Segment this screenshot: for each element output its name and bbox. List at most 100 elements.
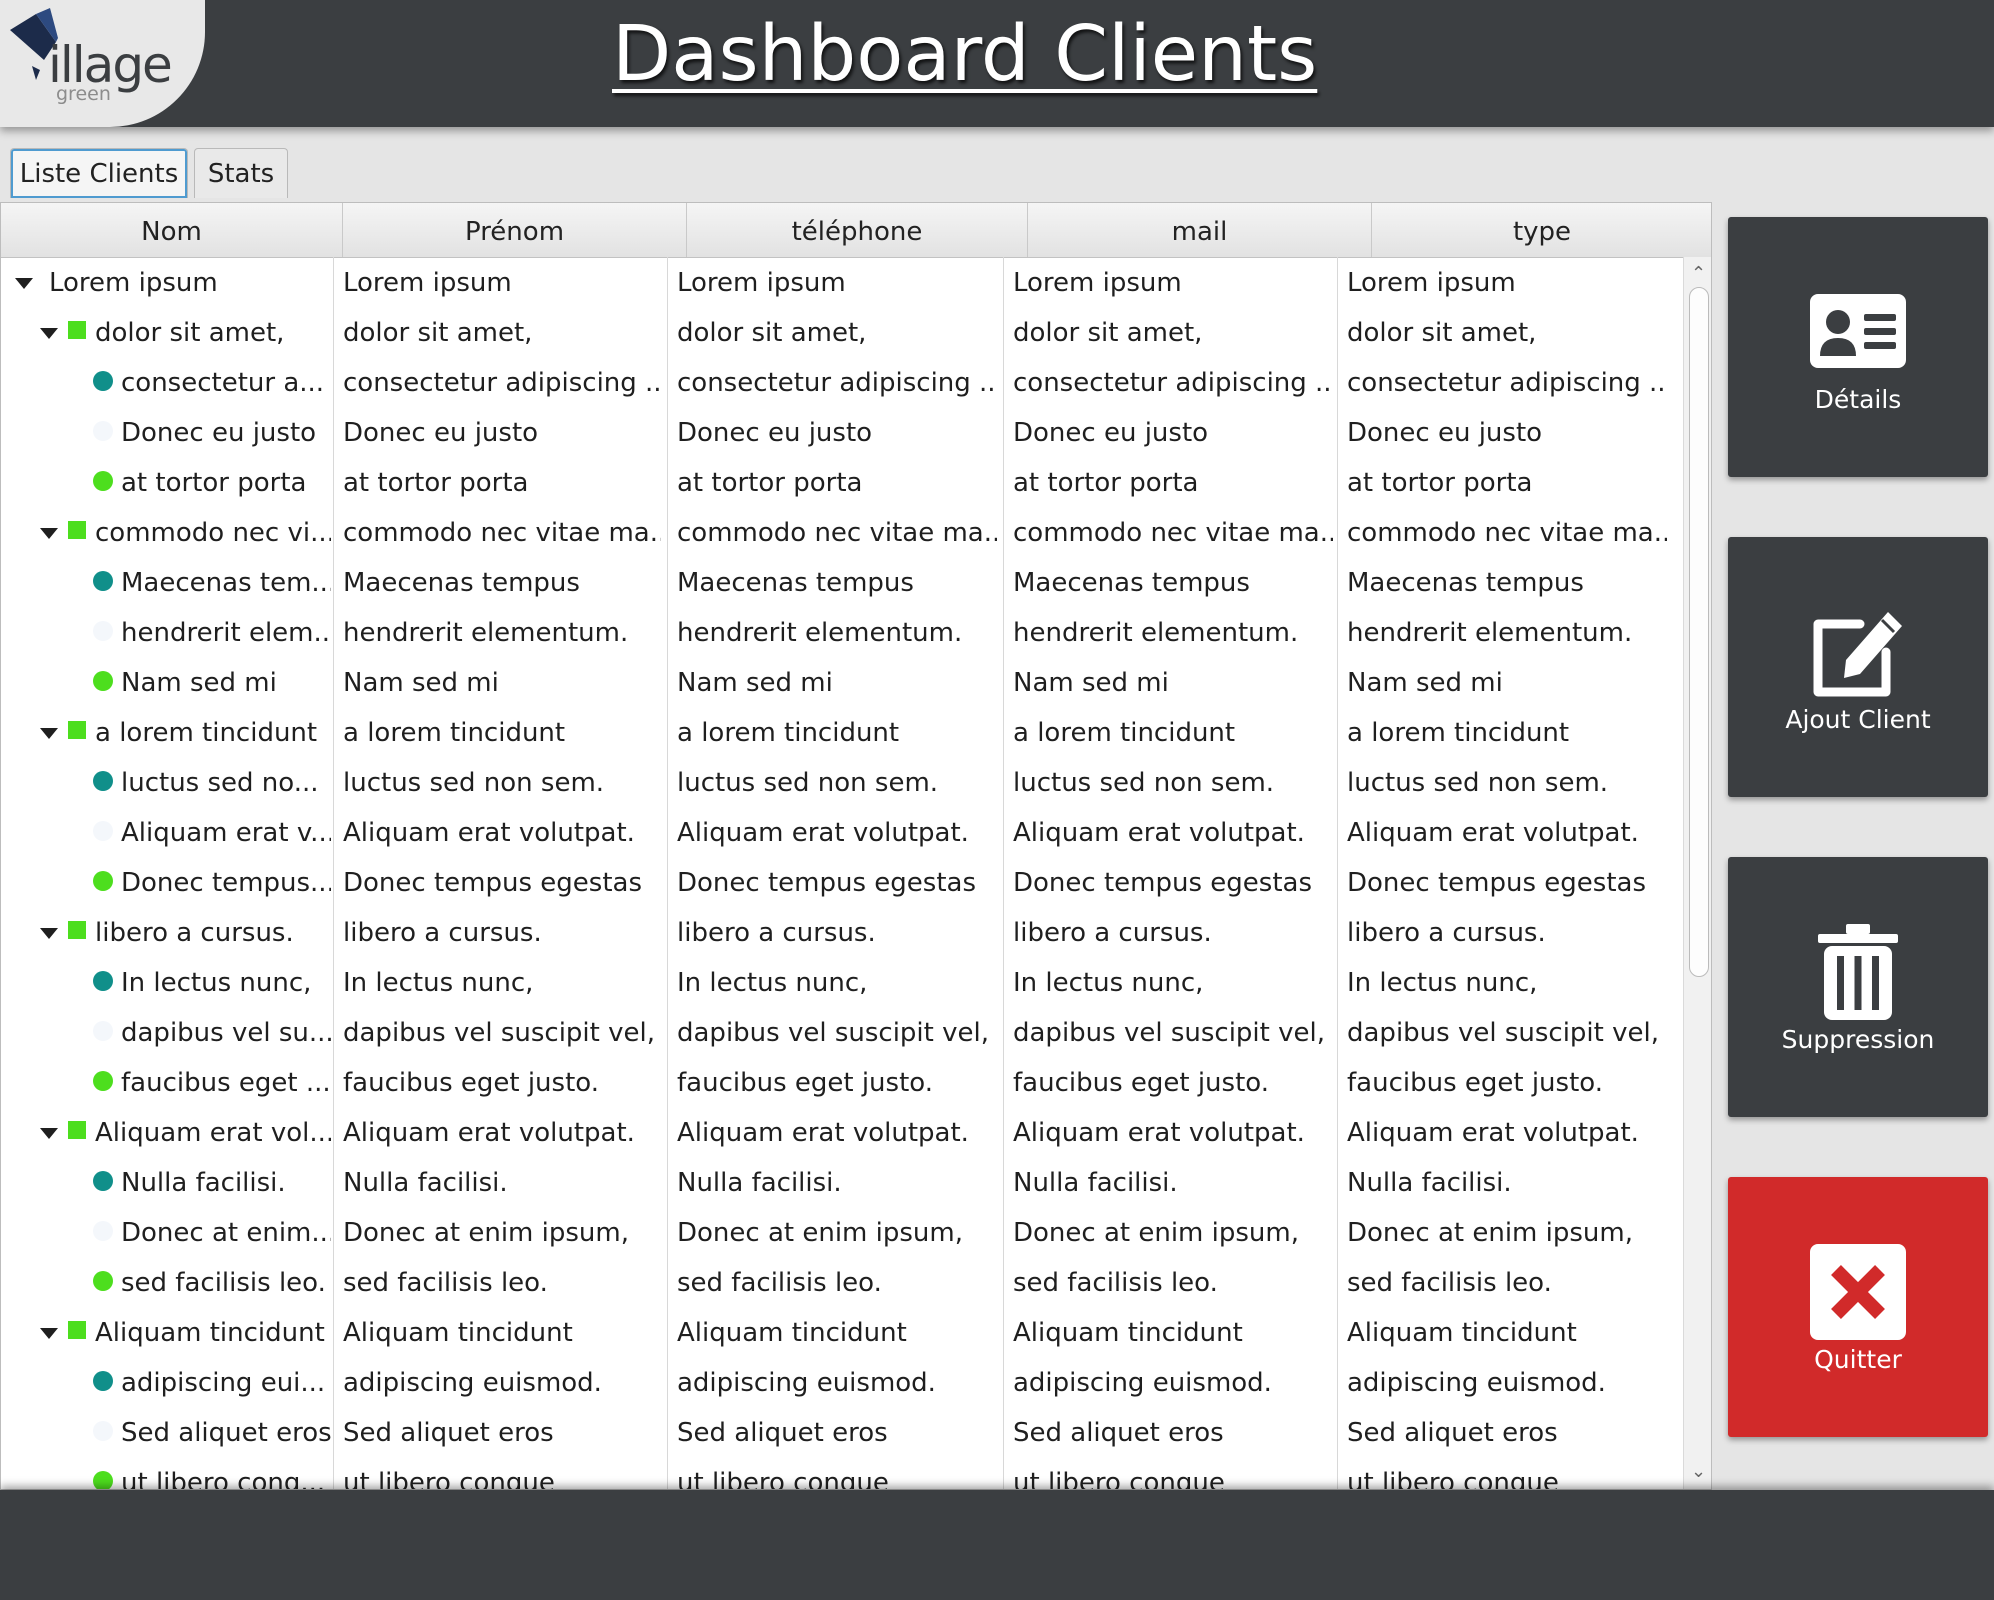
expand-arrow-icon[interactable] xyxy=(40,528,58,539)
cell-nom: adipiscing eui... xyxy=(121,1368,326,1398)
scroll-down-icon[interactable]: ⌄ xyxy=(1691,1461,1706,1482)
table-row[interactable]: commodo nec vi... commodo nec vitae ma...… xyxy=(1,507,1683,557)
cell-mail: commodo nec vitae ma... xyxy=(1013,518,1333,548)
cell-telephone: Donec tempus egestas xyxy=(677,868,976,898)
table-row[interactable]: dolor sit amet, dolor sit amet, dolor sit … xyxy=(1,307,1683,357)
cell-telephone: commodo nec vitae ma... xyxy=(677,518,997,548)
table-row[interactable]: Sed aliquet eros Sed aliquet eros Sed aliq… xyxy=(1,1407,1683,1457)
table-row[interactable]: consectetur a... consectetur adipiscing .… xyxy=(1,357,1683,407)
cell-nom: Donec tempus... xyxy=(121,868,331,898)
cell-prenom: Donec at enim ipsum, xyxy=(343,1218,629,1248)
table-row[interactable]: Nam sed mi Nam sed mi Nam sed mi Nam sed mi… xyxy=(1,657,1683,707)
cell-mail: adipiscing euismod. xyxy=(1013,1368,1272,1398)
cell-nom: libero a cursus. xyxy=(95,918,294,948)
cell-telephone: Aliquam erat volutpat. xyxy=(677,818,969,848)
cell-mail: In lectus nunc, xyxy=(1013,968,1204,998)
cell-type: Aliquam erat volutpat. xyxy=(1347,818,1639,848)
table-header: Nom Prénom téléphone mail type xyxy=(1,203,1711,258)
green-dot-icon xyxy=(93,1071,113,1091)
scroll-up-icon[interactable]: ⌃ xyxy=(1691,263,1706,284)
table-row[interactable]: Nulla facilisi. Nulla facilisi. Nulla faci… xyxy=(1,1157,1683,1207)
column-header-nom[interactable]: Nom xyxy=(1,203,343,257)
table-row[interactable]: at tortor porta at tortor porta at tortor … xyxy=(1,457,1683,507)
expand-arrow-icon[interactable] xyxy=(15,278,33,289)
details-button-label: Détails xyxy=(1814,385,1902,414)
green-dot-icon xyxy=(93,471,113,491)
white-dot-icon xyxy=(93,421,113,441)
close-icon xyxy=(1810,1244,1906,1340)
cell-mail: luctus sed non sem. xyxy=(1013,768,1275,798)
cell-prenom: a lorem tincidunt xyxy=(343,718,566,748)
green-dot-icon xyxy=(93,871,113,891)
cell-type: ut libero congue xyxy=(1347,1468,1559,1490)
table-row[interactable]: adipiscing eui... adipiscing euismod. adip… xyxy=(1,1357,1683,1407)
cell-telephone: Donec eu justo xyxy=(677,418,873,448)
add-client-button[interactable]: Ajout Client xyxy=(1728,537,1988,797)
expand-arrow-icon[interactable] xyxy=(40,328,58,339)
cell-nom: Aliquam erat vol... xyxy=(95,1118,331,1148)
cell-prenom: commodo nec vitae ma... xyxy=(343,518,661,548)
expand-arrow-icon[interactable] xyxy=(40,928,58,939)
cell-telephone: consectetur adipiscing ... xyxy=(677,368,997,398)
table-row[interactable]: sed facilisis leo. sed facilisis leo. sed … xyxy=(1,1257,1683,1307)
tab-liste-clients[interactable]: Liste Clients xyxy=(10,148,188,198)
cell-mail: libero a cursus. xyxy=(1013,918,1212,948)
expand-arrow-icon[interactable] xyxy=(40,1328,58,1339)
cell-mail: Sed aliquet eros xyxy=(1013,1418,1224,1448)
cell-prenom: dolor sit amet, xyxy=(343,318,533,348)
footer-bar xyxy=(0,1490,1994,1600)
cell-telephone: Donec at enim ipsum, xyxy=(677,1218,963,1248)
quit-button[interactable]: Quitter xyxy=(1728,1177,1988,1437)
table-row[interactable]: Maecenas tem... Maecenas tempus Maecenas t… xyxy=(1,557,1683,607)
cell-type: sed facilisis leo. xyxy=(1347,1268,1552,1298)
column-header-prenom[interactable]: Prénom xyxy=(343,203,687,257)
cell-mail: Aliquam tincidunt xyxy=(1013,1318,1243,1348)
table-row[interactable]: ut libero cong... ut libero congue ut libe… xyxy=(1,1457,1683,1490)
table-row[interactable]: Donec at enim... Donec at enim ipsum, Done… xyxy=(1,1207,1683,1257)
cell-nom: Donec at enim... xyxy=(121,1218,331,1248)
delete-button[interactable]: Suppression xyxy=(1728,857,1988,1117)
cell-type: hendrerit elementum. xyxy=(1347,618,1633,648)
column-header-telephone[interactable]: téléphone xyxy=(687,203,1028,257)
table-row[interactable]: libero a cursus. libero a cursus. libero a… xyxy=(1,907,1683,957)
cell-prenom: Aliquam erat volutpat. xyxy=(343,818,635,848)
table-row[interactable]: luctus sed no... luctus sed non sem. luctu… xyxy=(1,757,1683,807)
expand-arrow-icon[interactable] xyxy=(40,728,58,739)
cell-prenom: In lectus nunc, xyxy=(343,968,534,998)
cell-mail: Nam sed mi xyxy=(1013,668,1169,698)
cell-prenom: consectetur adipiscing ... xyxy=(343,368,661,398)
cell-nom: dapibus vel su... xyxy=(121,1018,331,1048)
column-header-type[interactable]: type xyxy=(1372,203,1711,257)
edit-icon xyxy=(1813,612,1902,697)
cell-telephone: Sed aliquet eros xyxy=(677,1418,888,1448)
green-square-icon xyxy=(68,721,86,739)
table-row[interactable]: a lorem tincidunt a lorem tincidunt a lore… xyxy=(1,707,1683,757)
table-row[interactable]: faucibus eget ... faucibus eget justo. fau… xyxy=(1,1057,1683,1107)
table-row[interactable]: Donec eu justo Donec eu justo Donec eu jus… xyxy=(1,407,1683,457)
table-row[interactable]: Aliquam erat v... Aliquam erat volutpat. A… xyxy=(1,807,1683,857)
cell-type: Donec at enim ipsum, xyxy=(1347,1218,1633,1248)
teal-dot-icon xyxy=(93,571,113,591)
cell-mail: Donec at enim ipsum, xyxy=(1013,1218,1299,1248)
table-row[interactable]: dapibus vel su... dapibus vel suscipit ve… xyxy=(1,1007,1683,1057)
cell-nom: Sed aliquet eros xyxy=(121,1418,331,1448)
cell-telephone: luctus sed non sem. xyxy=(677,768,939,798)
table-row[interactable]: Lorem ipsum Lorem ipsum Lorem ipsum Lorem i… xyxy=(1,257,1683,307)
cell-telephone: sed facilisis leo. xyxy=(677,1268,882,1298)
table-row[interactable]: Donec tempus... Donec tempus egestas Donec… xyxy=(1,857,1683,907)
vertical-scrollbar[interactable]: ⌃ ⌄ xyxy=(1683,257,1711,1489)
scrollbar-thumb[interactable] xyxy=(1689,287,1709,977)
cell-prenom: Aliquam erat volutpat. xyxy=(343,1118,635,1148)
cell-mail: Maecenas tempus xyxy=(1013,568,1250,598)
table-row[interactable]: hendrerit elem... hendrerit elementum. hen… xyxy=(1,607,1683,657)
cell-prenom: Lorem ipsum xyxy=(343,268,512,298)
table-row[interactable]: Aliquam tincidunt Aliquam tincidunt Aliqua… xyxy=(1,1307,1683,1357)
table-row[interactable]: Aliquam erat vol... Aliquam erat volutpat… xyxy=(1,1107,1683,1157)
column-header-mail[interactable]: mail xyxy=(1028,203,1372,257)
tab-stats[interactable]: Stats xyxy=(194,148,288,198)
table-row[interactable]: In lectus nunc, In lectus nunc, In lectus … xyxy=(1,957,1683,1007)
expand-arrow-icon[interactable] xyxy=(40,1128,58,1139)
teal-dot-icon xyxy=(93,1171,113,1191)
cell-telephone: Nam sed mi xyxy=(677,668,833,698)
details-button[interactable]: Détails xyxy=(1728,217,1988,477)
